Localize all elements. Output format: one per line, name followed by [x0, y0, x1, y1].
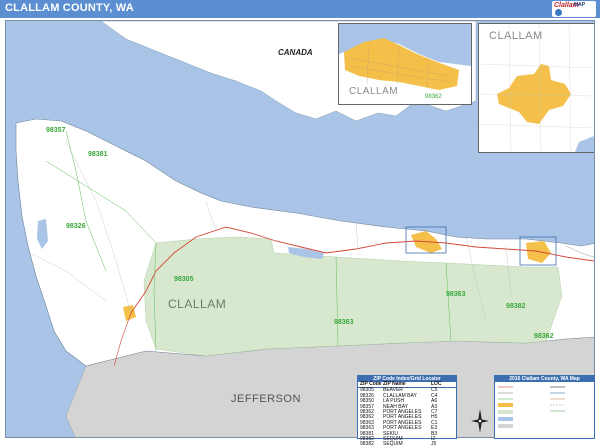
map-poster: CLALLAM COUNTY, WA Clallam MAP CANADA CL… — [0, 0, 600, 447]
legend-county-symbol — [498, 424, 513, 428]
legend-symbols — [498, 386, 565, 428]
inset-canvas — [339, 24, 471, 104]
map-legend: 2016 Clallam County, WA Map — [494, 375, 595, 439]
legend-urban-symbol — [498, 403, 513, 407]
publisher-logo: Clallam MAP — [552, 1, 596, 17]
zip-index-cell: SEQUIM — [383, 441, 403, 448]
logo-subtext: MAP — [574, 2, 586, 8]
zip-index-rows: 98305 BEAVER C5 98326 CLALLAM BAY C4 98350 LA P… — [358, 387, 456, 448]
globe-icon — [555, 9, 562, 16]
zip-index-cell: J5 — [431, 441, 437, 448]
inset-canvas — [479, 24, 594, 152]
inset-map-port-angeles: CLALLAM 98362 — [338, 23, 472, 105]
page-title: CLALLAM COUNTY, WA — [5, 2, 134, 14]
zip-index-cell: 98382 — [360, 441, 374, 448]
zip-index-row: 98382 SEQUIM J5 — [358, 441, 456, 448]
zip-code-index: ZIP Code Index/Grid Locator ZIP Code ZIP… — [357, 375, 457, 447]
legend-park-symbol — [498, 410, 513, 414]
compass-icon — [471, 409, 489, 433]
legend-water-symbol — [498, 417, 513, 421]
title-bar: CLALLAM COUNTY, WA Clallam MAP — [0, 0, 600, 18]
inset-map-sequim: CLALLAM — [478, 23, 594, 153]
